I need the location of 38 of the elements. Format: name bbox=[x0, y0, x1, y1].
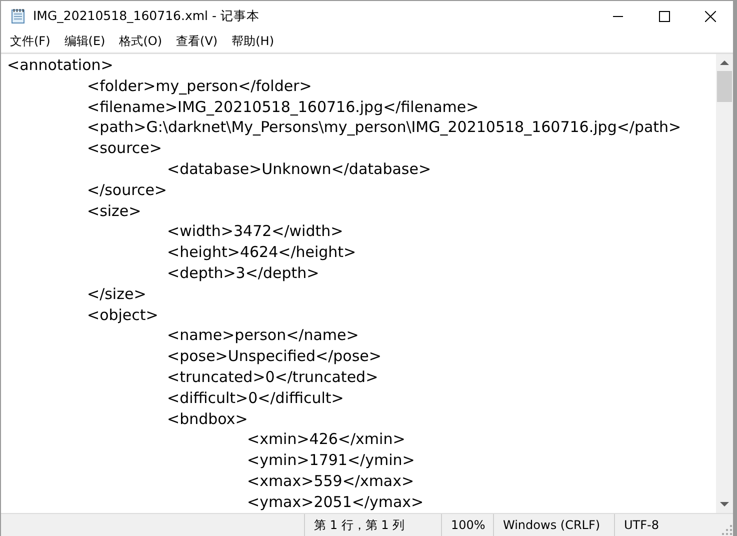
text-line: <width>3472</width> bbox=[166, 221, 344, 242]
menu-item[interactable]: 帮助(H) bbox=[224, 33, 281, 50]
text-line: <depth>3</depth> bbox=[166, 262, 320, 284]
text-line: <ymin>1791</ymin> bbox=[246, 450, 415, 471]
maximize-icon bbox=[658, 10, 670, 22]
notepad-icon bbox=[11, 8, 25, 24]
menu-item[interactable]: 格式(O) bbox=[112, 33, 170, 50]
text-line: <pose>Unspecified</pose> bbox=[166, 346, 382, 367]
text-line: <folder>my_person</folder> bbox=[86, 76, 312, 97]
text-line: <truncated>0</truncated> bbox=[166, 366, 378, 388]
text-line: <size> bbox=[86, 200, 142, 222]
text-line: <height>4624</height> bbox=[166, 242, 356, 263]
status-text: 第 1 行，第 1 列 bbox=[304, 514, 441, 536]
text-line: <database>Unknown</database> bbox=[166, 158, 432, 180]
text-line: </size> bbox=[86, 284, 146, 305]
scrollbar-thumb[interactable] bbox=[717, 71, 732, 102]
text-line: <name>person</name> bbox=[166, 325, 359, 346]
resize-grip-icon[interactable] bbox=[722, 525, 732, 535]
window-title: IMG_20210518_160716.xml - 记事本 bbox=[33, 8, 260, 24]
text-line: <filename>IMG_20210518_160716.jpg</filename> bbox=[86, 96, 479, 118]
menu-item[interactable]: 查看(V) bbox=[169, 33, 225, 50]
text-line: <source> bbox=[86, 138, 162, 159]
text-line: <bndbox> bbox=[166, 408, 248, 430]
text-line: <object> bbox=[86, 304, 158, 326]
text-line: <xmin>426</xmin> bbox=[246, 429, 406, 450]
text-line: </source> bbox=[86, 180, 168, 201]
status-text: UTF-8 bbox=[614, 514, 714, 536]
menu-item[interactable]: 文件(F) bbox=[3, 33, 58, 50]
text-line: <annotation> bbox=[7, 55, 114, 76]
text-line: <difficult>0</difficult> bbox=[166, 388, 344, 409]
vertical-scrollbar[interactable] bbox=[716, 54, 733, 513]
menu-item[interactable]: 编辑(E) bbox=[57, 33, 112, 50]
text-line: <ymax>2051</ymax> bbox=[246, 492, 424, 513]
text-line: <path>G:\darknet\My_Persons\my_person\IMG_20210518_160716.jpg</path> bbox=[86, 117, 682, 138]
status-text: Windows (CRLF) bbox=[493, 514, 614, 536]
text-line: <xmax>559</xmax> bbox=[246, 470, 414, 492]
close-icon bbox=[704, 10, 716, 22]
status-text: 100% bbox=[441, 514, 493, 536]
